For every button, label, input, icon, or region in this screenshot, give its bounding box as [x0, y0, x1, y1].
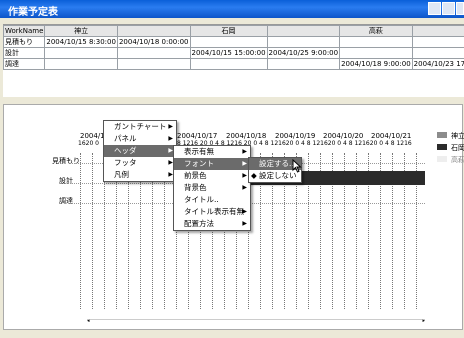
table-row[interactable]: 調達 2004/10/18 9:00:00 2004/10/23 17:00:0…	[3, 58, 464, 70]
table-cell[interactable]	[44, 47, 118, 59]
header-submenu: 表示有無 ▶ フォント ▶ 前景色 ▶ 背景色 ▶ タイトル.. タイトル表示有無 ▶ 配…	[173, 145, 251, 231]
menu-item-panel[interactable]: パネル ▶	[104, 133, 176, 145]
legend-swatch	[437, 144, 447, 150]
scroll-right-icon[interactable]: ▸	[422, 318, 425, 324]
legend-label: 神立	[451, 132, 464, 140]
menu-item-visibility[interactable]: 表示有無 ▶	[174, 146, 250, 158]
title-bar: 作業予定表	[0, 0, 464, 18]
menu-item-background-color[interactable]: 背景色 ▶	[174, 182, 250, 194]
legend-label: 石岡	[451, 144, 464, 152]
table-cell[interactable]	[411, 36, 464, 48]
table-cell[interactable]	[116, 58, 191, 70]
table-cell[interactable]	[339, 36, 413, 48]
date-header: 2004/10/18	[226, 132, 267, 140]
menu-item-title-visibility[interactable]: タイトル表示有無 ▶	[174, 206, 250, 218]
window-title: 作業予定表	[8, 7, 58, 18]
table-cell[interactable]: 2004/10/25 9:00:00	[266, 47, 341, 59]
radio-bullet-icon: ◆	[251, 171, 257, 180]
table-header-row: WorkName 神立 石岡 高萩	[3, 25, 464, 37]
menu-item-ganttchart[interactable]: ガントチャート ▶	[104, 121, 176, 133]
close-button[interactable]	[456, 2, 464, 15]
table-cell[interactable]: 調達	[3, 58, 46, 70]
app-window: 作業予定表 WorkName 神立 石岡 高萩 見積もり 2004/10/15 …	[0, 0, 464, 338]
table-cell[interactable]: 見積もり	[3, 36, 46, 48]
scroll-left-icon[interactable]: ◂	[87, 318, 90, 324]
submenu-arrow-icon: ▶	[242, 172, 247, 179]
table-cell[interactable]	[339, 47, 413, 59]
legend-label: 高萩	[451, 156, 464, 164]
menu-item-foreground-color[interactable]: 前景色 ▶	[174, 170, 250, 182]
table-cell[interactable]: 2004/10/18 9:00:00	[339, 58, 413, 70]
menu-item-alignment[interactable]: 配置方法 ▶	[174, 218, 250, 230]
submenu-arrow-icon: ▶	[242, 208, 247, 215]
column-header[interactable]: 高萩	[339, 25, 413, 37]
table-cell[interactable]	[189, 58, 268, 70]
table-cell[interactable]	[411, 47, 464, 59]
data-table-panel: WorkName 神立 石岡 高萩 見積もり 2004/10/15 8:30:0…	[3, 24, 464, 97]
menu-item-legend[interactable]: 凡例 ▶	[104, 169, 176, 181]
context-menu: ガントチャート ▶ パネル ▶ ヘッダ ▶ フッタ ▶ 凡例 ▶	[103, 120, 177, 182]
data-table: WorkName 神立 石岡 高萩 見積もり 2004/10/15 8:30:0…	[3, 25, 464, 70]
table-cell[interactable]: 2004/10/18 0:00:00	[116, 36, 191, 48]
minimize-button[interactable]	[428, 2, 441, 15]
hour-header: 1620 0	[78, 140, 99, 147]
table-cell[interactable]: 2004/10/23 17:00:00	[411, 58, 464, 70]
date-header: 2004/10/20	[323, 132, 364, 140]
table-cell[interactable]: 設計	[3, 47, 46, 59]
menu-item-title[interactable]: タイトル..	[174, 194, 250, 206]
column-header[interactable]	[116, 25, 191, 37]
column-header[interactable]: 石岡	[189, 25, 268, 37]
date-header: 2004/1	[80, 132, 105, 140]
date-header: 2004/10/17	[177, 132, 218, 140]
submenu-arrow-icon: ▶	[242, 184, 247, 191]
grid-line	[80, 153, 81, 309]
table-row[interactable]: 見積もり 2004/10/15 8:30:00 2004/10/18 0:00:…	[3, 36, 464, 48]
column-header[interactable]: WorkName	[3, 25, 46, 37]
column-header[interactable]	[411, 25, 464, 37]
horizontal-scrollbar[interactable]: ◂ ▸	[87, 318, 425, 326]
table-cell[interactable]: 2004/10/15 15:00:00	[189, 47, 268, 59]
table-cell[interactable]	[116, 47, 191, 59]
submenu-arrow-icon: ▶	[168, 123, 173, 130]
table-row[interactable]: 設計 2004/10/15 15:00:00 2004/10/25 9:00:0…	[3, 47, 464, 59]
mouse-cursor-icon	[292, 159, 302, 173]
table-cell[interactable]	[266, 36, 341, 48]
menu-item-font[interactable]: フォント ▶	[174, 158, 250, 170]
date-header: 2004/10/21	[371, 132, 412, 140]
maximize-button[interactable]	[442, 2, 455, 15]
date-header: 2004/10/19	[275, 132, 316, 140]
menu-item-header[interactable]: ヘッダ ▶	[104, 145, 176, 157]
submenu-arrow-icon: ▶	[168, 135, 173, 142]
submenu-arrow-icon: ▶	[242, 220, 247, 227]
table-cell[interactable]: 2004/10/15 8:30:00	[44, 36, 118, 48]
menu-item-footer[interactable]: フッタ ▶	[104, 157, 176, 169]
submenu-arrow-icon: ▶	[242, 160, 247, 167]
grid-line	[92, 153, 93, 309]
legend-swatch	[437, 156, 447, 162]
column-header[interactable]	[266, 25, 341, 37]
table-cell[interactable]	[189, 36, 268, 48]
table-cell[interactable]	[44, 58, 118, 70]
legend-swatch	[437, 132, 447, 138]
column-header[interactable]: 神立	[44, 25, 118, 37]
submenu-arrow-icon: ▶	[242, 148, 247, 155]
table-cell[interactable]	[266, 58, 341, 70]
